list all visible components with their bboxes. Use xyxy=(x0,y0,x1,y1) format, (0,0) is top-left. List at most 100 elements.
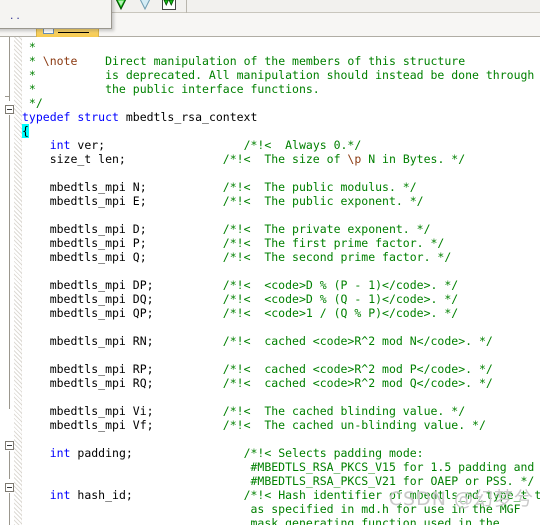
code-line: mbedtls_mpi RN; /*!< cached <code>R^2 mo… xyxy=(22,334,493,348)
code-token: /*!< The public modulus. */ xyxy=(222,180,417,194)
fold-region-line xyxy=(9,451,10,479)
code-token: mbedtls_mpi D; xyxy=(22,222,223,236)
code-line: mbedtls_mpi E; /*!< The public exponent.… xyxy=(22,194,424,208)
code-token: hash_id; xyxy=(70,488,244,502)
code-token: /*!< <code>1 / (Q % P)</code>. */ xyxy=(222,306,459,320)
code-editor-window: .. rsa.h * * \note Direct manipulation o… xyxy=(0,0,540,525)
code-line: * xyxy=(22,40,43,54)
code-token: /*!< The first prime factor. */ xyxy=(222,236,445,250)
code-token: /*!< The size of xyxy=(222,152,348,166)
code-line: #MBEDTLS_RSA_PKCS_V15 for 1.5 padding an… xyxy=(22,460,534,474)
code-token: mbedtls_mpi RN; xyxy=(22,334,223,348)
fold-toggle-box[interactable] xyxy=(5,105,14,114)
code-text[interactable]: * * \note Direct manipulation of the mem… xyxy=(22,37,540,525)
code-line: mbedtls_mpi Vf; /*!< The cached un-blind… xyxy=(22,418,486,432)
code-token: size_t len; xyxy=(22,152,223,166)
code-token: mbedtls_mpi RQ; xyxy=(22,376,223,390)
code-token: /*!< cached <code>R^2 mod P</code>. */ xyxy=(222,362,493,376)
gutter-hatch-pattern xyxy=(14,37,22,525)
code-token: * is deprecated. All manipulation should… xyxy=(22,68,535,82)
code-line: mbedtls_mpi DP; /*!< <code>D % (P - 1)</… xyxy=(22,278,459,292)
fold-region-line xyxy=(9,493,10,525)
fold-toggle-box[interactable] xyxy=(5,483,14,492)
code-token: Direct manipulation of the members of th… xyxy=(77,54,466,68)
code-line: mbedtls_mpi DQ; /*!< <code>D % (Q - 1)</… xyxy=(22,292,459,306)
code-token: N in Bytes. */ xyxy=(361,152,466,166)
code-token: \p xyxy=(347,152,362,166)
code-line: mbedtls_mpi Q; /*!< The second prime fac… xyxy=(22,250,452,264)
code-token: * the public interface functions. xyxy=(22,82,320,96)
code-token: /*!< Hash identifier of mbedtls_md_type_… xyxy=(243,488,540,502)
code-token: { xyxy=(22,124,29,138)
code-token: mbedtls_mpi Q; xyxy=(22,250,223,264)
code-token: /*!< <code>D % (Q - 1)</code>. */ xyxy=(222,292,459,306)
fold-region-line xyxy=(9,37,10,101)
code-line: #MBEDTLS_RSA_PKCS_V21 for OAEP or PSS. *… xyxy=(22,474,534,488)
code-token: \note xyxy=(42,54,78,68)
code-token: int xyxy=(49,138,71,152)
code-line: mask generating function used in the xyxy=(22,516,499,525)
code-token: * xyxy=(22,54,43,68)
code-line: * \note Direct manipulation of the membe… xyxy=(22,54,465,68)
code-line: int padding; /*!< Selects padding mode: xyxy=(22,446,424,460)
code-token: /*!< cached <code>R^2 mod N</code>. */ xyxy=(222,334,493,348)
code-token: mbedtls_mpi Vi; xyxy=(22,404,223,418)
menu-panel-dots: .. xyxy=(9,12,22,22)
code-token: padding; xyxy=(70,446,244,460)
code-line: mbedtls_mpi RP; /*!< cached <code>R^2 mo… xyxy=(22,362,493,376)
fold-toggle-box[interactable] xyxy=(5,441,14,450)
code-token: /*!< The cached un-blinding value. */ xyxy=(222,418,486,432)
code-token: /*!< cached <code>R^2 mod Q</code>. */ xyxy=(222,376,493,390)
code-token: #MBEDTLS_RSA_PKCS_V15 for 1.5 padding an… xyxy=(22,460,535,474)
fold-region-end-tick xyxy=(5,96,10,97)
code-line: mbedtls_mpi D; /*!< The private exponent… xyxy=(22,222,431,236)
code-token: /*!< <code>D % (P - 1)</code>. */ xyxy=(222,278,459,292)
fold-region-line xyxy=(9,115,10,409)
code-line: * the public interface functions. xyxy=(22,82,320,96)
code-token: int xyxy=(49,488,71,502)
code-line: mbedtls_mpi RQ; /*!< cached <code>R^2 mo… xyxy=(22,376,493,390)
code-token: /*!< Selects padding mode: xyxy=(243,446,424,460)
code-line: mbedtls_mpi N; /*!< The public modulus. … xyxy=(22,180,417,194)
code-token: ver; xyxy=(70,138,244,152)
code-line: int hash_id; /*!< Hash identifier of mbe… xyxy=(22,488,540,502)
code-token: int xyxy=(49,446,71,460)
code-token: as specified in md.h for use in the MGF xyxy=(22,502,521,516)
bookmark-next-icon[interactable] xyxy=(113,0,129,12)
code-token: mbedtls_rsa_context xyxy=(125,110,258,124)
code-line: mbedtls_mpi Vi; /*!< The cached blinding… xyxy=(22,404,465,418)
code-token: typedef struct xyxy=(22,110,126,124)
code-token: /*!< The second prime factor. */ xyxy=(222,250,452,264)
fold-gutter[interactable] xyxy=(0,37,22,525)
code-token: mbedtls_mpi QP; xyxy=(22,306,223,320)
code-token: /*!< The cached blinding value. */ xyxy=(222,404,466,418)
code-token: mbedtls_mpi E; xyxy=(22,194,223,208)
code-line: as specified in md.h for use in the MGF xyxy=(22,502,521,516)
code-token: mbedtls_mpi DQ; xyxy=(22,292,223,306)
code-token: mbedtls_mpi P; xyxy=(22,236,223,250)
code-token: /*!< The public exponent. */ xyxy=(222,194,424,208)
code-line: */ xyxy=(22,96,43,110)
code-token: mbedtls_mpi RP; xyxy=(22,362,223,376)
code-token: #MBEDTLS_RSA_PKCS_V21 for OAEP or PSS. *… xyxy=(22,474,535,488)
code-token: mbedtls_mpi Vf; xyxy=(22,418,223,432)
code-line: size_t len; /*!< The size of \p N in Byt… xyxy=(22,152,465,166)
code-token: mbedtls_mpi N; xyxy=(22,180,223,194)
bookmark-all-icon[interactable] xyxy=(161,0,177,12)
code-line: * is deprecated. All manipulation should… xyxy=(22,68,534,82)
code-token: * xyxy=(22,40,43,54)
code-line: mbedtls_mpi P; /*!< The first prime fact… xyxy=(22,236,445,250)
code-line: typedef struct mbedtls_rsa_context xyxy=(22,110,257,124)
toolbar-separator xyxy=(186,0,187,13)
dropdown-menu-panel[interactable]: .. xyxy=(0,0,112,29)
code-token: /*!< Always 0.*/ xyxy=(243,138,362,152)
bookmark-filter-icon[interactable] xyxy=(137,0,153,12)
code-line: int ver; /*!< Always 0.*/ xyxy=(22,138,362,152)
code-editor-area[interactable]: * * \note Direct manipulation of the mem… xyxy=(0,37,540,525)
code-token: /*!< The private exponent. */ xyxy=(222,222,431,236)
code-line: { xyxy=(22,124,29,138)
code-token: */ xyxy=(22,96,43,110)
